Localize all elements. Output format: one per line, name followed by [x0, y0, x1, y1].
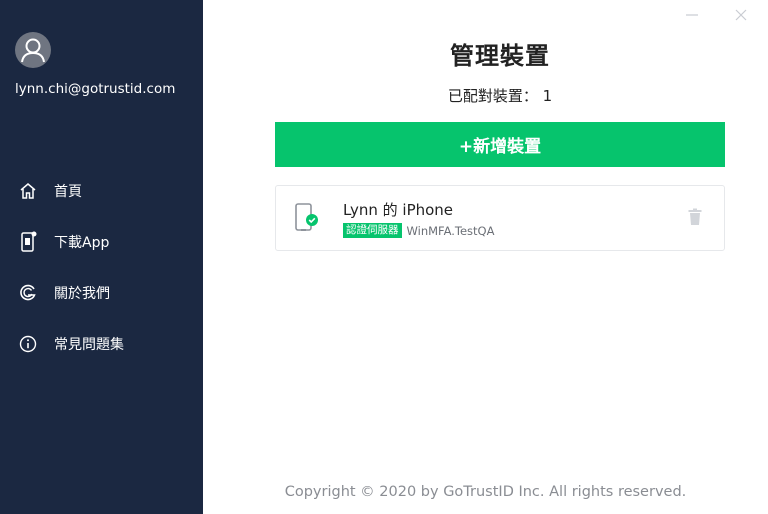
- trash-icon: [688, 208, 702, 225]
- delete-device-button[interactable]: [688, 208, 702, 230]
- sidebar-item-label: 首頁: [54, 184, 82, 200]
- sidebar-item-home[interactable]: 首頁: [18, 178, 82, 204]
- copyright-text: Copyright © 2020 by GoTrustID Inc. All r…: [284, 484, 687, 500]
- close-button[interactable]: [732, 6, 750, 24]
- sidebar: lynn.chi@gotrustid.com 首頁 下載App 關於我們 常見問…: [0, 0, 203, 514]
- page-title: 管理裝置: [450, 42, 550, 70]
- sidebar-item-label: 常見問題集: [54, 337, 124, 353]
- minimize-icon: [686, 14, 698, 16]
- device-server-info: 認證伺服器 WinMFA.TestQA: [343, 223, 494, 238]
- add-device-button[interactable]: +新增裝置: [275, 122, 725, 167]
- phone-download-icon: [18, 231, 38, 252]
- sidebar-item-download-app[interactable]: 下載App: [18, 229, 109, 255]
- device-card[interactable]: Lynn 的 iPhone 認證伺服器 WinMFA.TestQA: [275, 185, 725, 251]
- gotrustid-logo-icon: [18, 283, 38, 303]
- sidebar-item-about-us[interactable]: 關於我們: [18, 280, 110, 306]
- close-icon: [735, 9, 747, 21]
- user-email: lynn.chi@gotrustid.com: [15, 81, 176, 97]
- verified-phone-icon: [294, 203, 324, 237]
- minimize-button[interactable]: [683, 6, 701, 24]
- user-avatar-icon[interactable]: [15, 32, 51, 68]
- paired-device-count: 已配對裝置： 1: [447, 87, 553, 105]
- auth-server-badge: 認證伺服器: [343, 223, 402, 238]
- sidebar-item-label: 下載App: [54, 235, 110, 251]
- server-name: WinMFA.TestQA: [406, 223, 495, 238]
- info-icon: [18, 334, 38, 354]
- sidebar-item-faq[interactable]: 常見問題集: [18, 331, 124, 357]
- home-icon: [18, 181, 38, 201]
- sidebar-item-label: 關於我們: [54, 286, 110, 302]
- device-name: Lynn 的 iPhone: [343, 201, 454, 219]
